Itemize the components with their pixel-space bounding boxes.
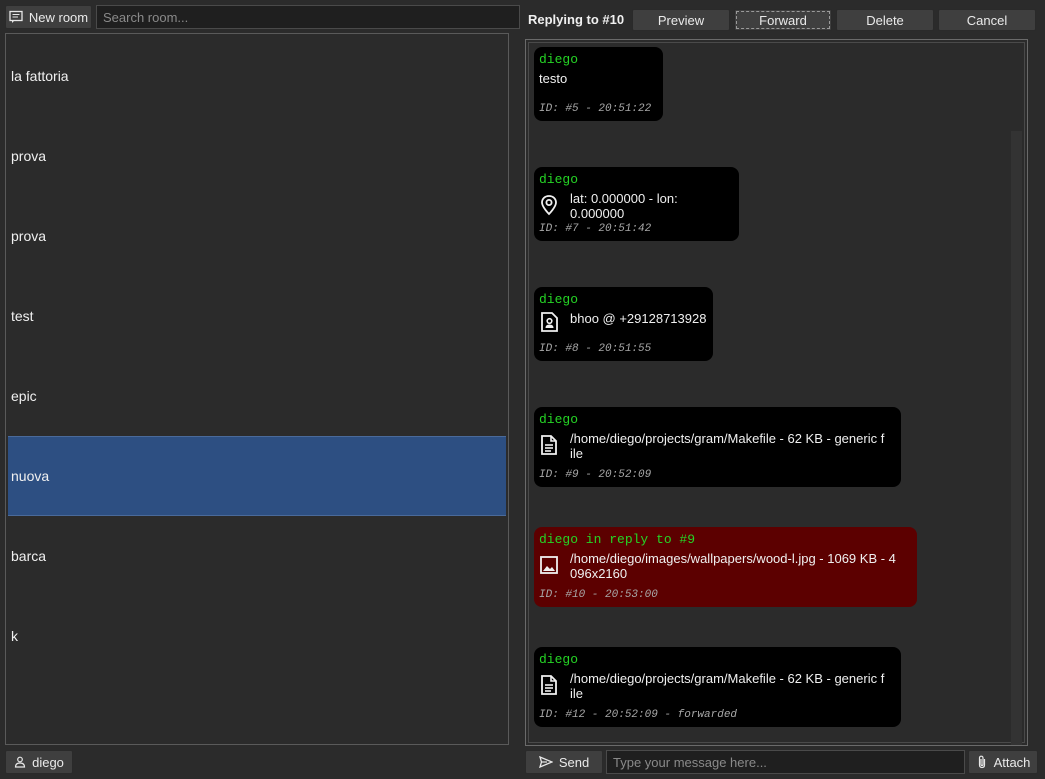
forward-label: Forward (759, 12, 807, 28)
message-input[interactable] (606, 750, 965, 774)
image-icon (539, 552, 565, 578)
location-pin-icon (539, 192, 565, 218)
message-meta: ID: #9 - 20:52:09 (539, 469, 652, 481)
room-name: nuova (11, 468, 50, 484)
message-text-line: ile (570, 446, 584, 461)
message-area[interactable]: diego testo ID: #5 - 20:51:22 diego lat:… (525, 39, 1028, 746)
message-author: diego (539, 412, 579, 427)
attach-label: Attach (993, 754, 1031, 770)
message-text-line: /home/diego/projects/gram/Makefile - 62 … (570, 431, 885, 446)
chat-bubble-icon (9, 10, 23, 24)
message-meta: ID: #7 - 20:51:42 (539, 223, 652, 235)
message-text: /home/diego/images/wallpapers/wood-l.jpg… (570, 551, 896, 581)
send-button[interactable]: Send (525, 750, 603, 774)
new-room-button[interactable]: New room (5, 5, 92, 29)
message-meta: ID: #12 - 20:52:09 - forwarded (539, 709, 738, 721)
room-name: epic (11, 388, 37, 404)
room-item[interactable]: la fattoria (8, 36, 506, 116)
user-icon (14, 756, 26, 768)
room-item[interactable]: barca (8, 516, 506, 596)
message-meta: ID: #10 - 20:53:00 (539, 589, 658, 601)
message-body: /home/diego/images/wallpapers/wood-l.jpg… (539, 549, 912, 581)
message-text: bhoo @ +29128713928 (570, 311, 707, 326)
message-meta: ID: #5 - 20:51:22 (539, 103, 652, 115)
preview-label: Preview (657, 12, 705, 28)
message-text-line: /home/diego/images/wallpapers/wood-l.jpg… (570, 551, 896, 566)
message-body: bhoo @ +29128713928 (539, 309, 708, 335)
message-text-line: ile (570, 686, 584, 701)
room-name: la fattoria (11, 68, 69, 84)
forward-button[interactable]: Forward (734, 9, 832, 31)
room-item[interactable]: prova (8, 116, 506, 196)
room-item-selected[interactable]: nuova (8, 436, 506, 516)
replying-label: Replying to #10 (528, 12, 625, 27)
room-name: test (11, 308, 34, 324)
message-body: /home/diego/projects/gram/Makefile - 62 … (539, 429, 896, 461)
room-item[interactable]: epic (8, 356, 506, 436)
message-author: diego (539, 52, 579, 67)
room-name: prova (11, 148, 47, 164)
attach-button[interactable]: Attach (968, 750, 1038, 774)
message-bubble[interactable]: diego testo ID: #5 - 20:51:22 (534, 47, 663, 121)
message-meta: ID: #8 - 20:51:55 (539, 343, 652, 355)
contact-icon (539, 309, 565, 335)
message-author: diego (539, 172, 579, 187)
message-text: testo (539, 71, 658, 86)
paperclip-icon (976, 755, 988, 769)
message-bubble[interactable]: diego /home/diego/projects/gram/Makefile… (534, 407, 901, 487)
message-bubble[interactable]: diego bhoo @ +29128713928 ID: #8 - 20:51… (534, 287, 713, 361)
room-item[interactable]: test (8, 276, 506, 356)
message-text-line: /home/diego/projects/gram/Makefile - 62 … (570, 671, 885, 686)
message-text: /home/diego/projects/gram/Makefile - 62 … (570, 431, 884, 461)
scrollbar[interactable] (1011, 131, 1022, 745)
message-text-line: 096x2160 (570, 566, 628, 581)
message-bubble-reply[interactable]: diego in reply to #9 /home/diego/images/… (534, 527, 917, 607)
user-label: diego (32, 754, 64, 770)
message-text: lat: 0.000000 - lon: 0.000000 (570, 191, 678, 221)
cancel-button[interactable]: Cancel (938, 9, 1036, 31)
document-icon (539, 432, 565, 458)
message-body: lat: 0.000000 - lon: 0.000000 (539, 189, 734, 221)
room-name: k (11, 628, 18, 644)
room-item[interactable]: k (8, 596, 506, 676)
send-icon (538, 756, 553, 768)
message-author: diego (539, 652, 579, 667)
message-body: /home/diego/projects/gram/Makefile - 62 … (539, 669, 896, 701)
room-list: la fattoria prova prova test epic nuova … (5, 33, 509, 745)
message-bubble[interactable]: diego /home/diego/projects/gram/Makefile… (534, 647, 901, 727)
send-label: Send (558, 754, 590, 770)
message-bubble[interactable]: diego lat: 0.000000 - lon: 0.000000 ID: … (534, 167, 739, 241)
delete-button[interactable]: Delete (836, 9, 934, 31)
document-icon (539, 672, 565, 698)
message-list (528, 42, 1025, 745)
message-author: diego (539, 292, 579, 307)
new-room-label: New room (28, 9, 89, 25)
search-room-input[interactable] (96, 5, 520, 29)
preview-button[interactable]: Preview (632, 9, 730, 31)
user-button[interactable]: diego (5, 750, 73, 774)
message-text-content: testo (539, 71, 568, 86)
room-name: barca (11, 548, 47, 564)
message-text: /home/diego/projects/gram/Makefile - 62 … (570, 671, 884, 701)
delete-label: Delete (866, 12, 904, 28)
cancel-label: Cancel (966, 12, 1008, 28)
room-name: prova (11, 228, 47, 244)
room-item[interactable]: prova (8, 196, 506, 276)
message-author: diego in reply to #9 (539, 532, 696, 547)
